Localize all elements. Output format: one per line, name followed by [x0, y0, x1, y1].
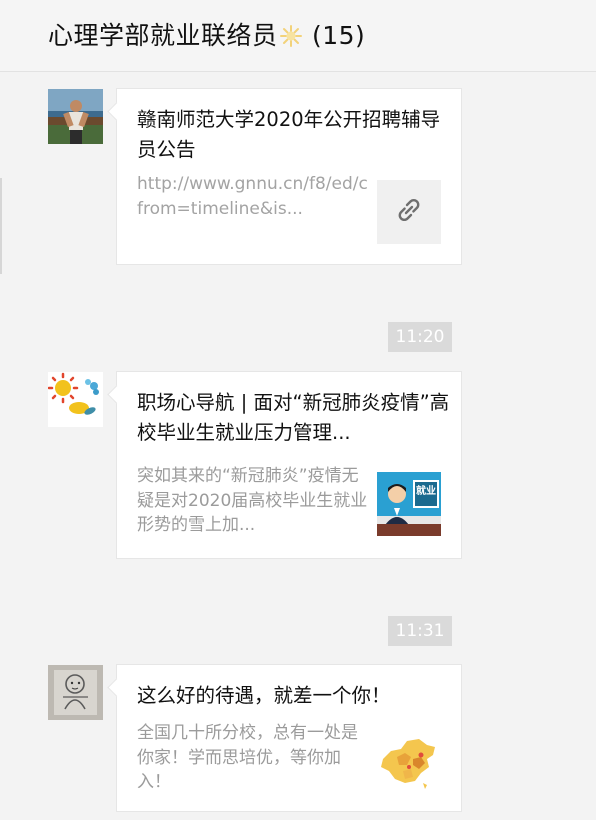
- message-description: 突如其来的“新冠肺炎”疫情无疑是对2020届高校毕业生就业形势的雪上加...: [137, 466, 368, 535]
- message-card[interactable]: 职场心导航 | 面对“新冠肺炎疫情”高校毕业生就业压力管理... 突如其来的“新…: [116, 371, 462, 559]
- link-thumbnail: [377, 180, 441, 244]
- message-description: 全国几十所分校，总有一处是你家！学而思培优，等你加入！: [137, 723, 358, 792]
- member-count: (15): [311, 21, 366, 50]
- timestamp: 11:31: [388, 616, 452, 646]
- message-card[interactable]: 这么好的待遇，就差一个你！ 全国几十所分校，总有一处是你家！学而思培优，等你加入…: [116, 664, 462, 812]
- group-name: 心理学部就业联络员: [48, 21, 278, 50]
- message-title: 赣南师范大学2020年公开招聘辅导员公告: [137, 108, 441, 161]
- chat-title[interactable]: 心理学部就业联络员 (15): [48, 16, 365, 53]
- china-map-icon: [377, 729, 441, 793]
- timestamp: 11:20: [388, 322, 452, 352]
- message-title: 职场心导航 | 面对“新冠肺炎疫情”高校毕业生就业压力管理...: [137, 391, 450, 444]
- thumbnail-caption: 就业: [416, 486, 436, 497]
- sender-avatar[interactable]: [48, 372, 103, 427]
- sparkle-icon: [279, 24, 302, 53]
- sender-avatar[interactable]: [48, 665, 103, 720]
- link-icon: [394, 195, 424, 229]
- chat-header: 心理学部就业联络员 (15): [0, 0, 596, 72]
- scroll-edge: [0, 178, 2, 274]
- message-card[interactable]: 赣南师范大学2020年公开招聘辅导员公告 http://www.gnnu.cn/…: [116, 88, 462, 265]
- message-title: 这么好的待遇，就差一个你！: [137, 684, 391, 707]
- message-url: http://www.gnnu.cn/f8/ed/c6864a63725/pag…: [137, 174, 369, 219]
- article-thumbnail: 就业: [377, 472, 441, 536]
- sender-avatar[interactable]: [48, 89, 103, 144]
